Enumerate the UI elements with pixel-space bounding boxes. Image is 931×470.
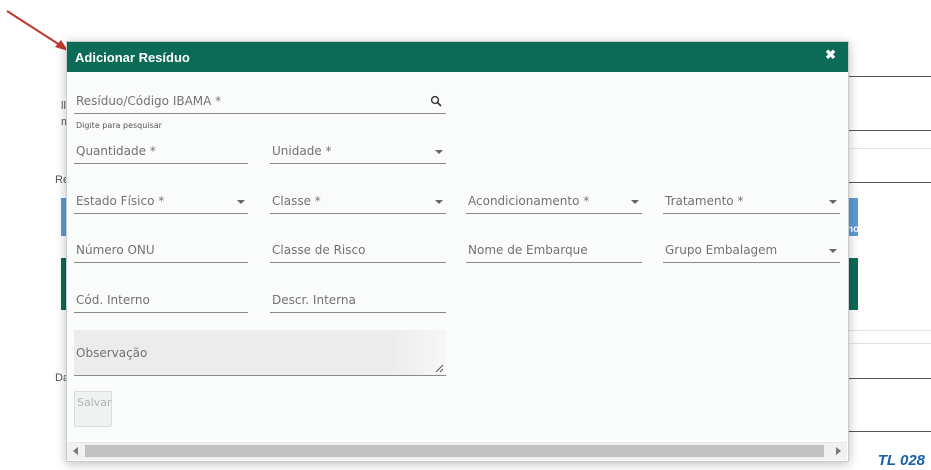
chevron-down-icon xyxy=(237,200,245,204)
quantity-input[interactable]: Quantidade * xyxy=(74,141,248,164)
shipping-name-label: Nome de Embarque xyxy=(468,243,588,257)
residue-search-hint: Digite para pesquisar xyxy=(76,121,162,130)
background-divider xyxy=(848,343,931,344)
background-divider xyxy=(848,378,931,379)
scroll-right-icon[interactable] xyxy=(836,447,841,455)
packaging-select[interactable]: Acondicionamento * xyxy=(466,191,642,214)
background-divider xyxy=(848,76,931,77)
onu-number-input[interactable]: Número ONU xyxy=(74,240,248,263)
class-select[interactable]: Classe * xyxy=(270,191,446,214)
internal-code-label: Cód. Interno xyxy=(76,293,150,307)
internal-description-input[interactable]: Descr. Interna xyxy=(270,290,446,313)
residue-ibama-input[interactable]: Resíduo/Código IBAMA * xyxy=(74,91,446,114)
treatment-label: Tratamento * xyxy=(665,194,744,208)
chevron-down-icon xyxy=(829,249,837,253)
chevron-down-icon xyxy=(631,200,639,204)
internal-code-input[interactable]: Cód. Interno xyxy=(74,290,248,313)
chevron-down-icon xyxy=(829,200,837,204)
unit-label: Unidade * xyxy=(272,144,332,158)
physical-state-select[interactable]: Estado Físico * xyxy=(74,191,248,214)
horizontal-scrollbar[interactable] xyxy=(67,442,847,460)
background-divider xyxy=(848,130,931,131)
search-icon[interactable] xyxy=(430,95,442,107)
save-button[interactable]: Salvar xyxy=(74,391,112,427)
background-green-band xyxy=(848,258,858,310)
close-icon[interactable]: ✖ xyxy=(825,47,836,63)
quantity-label: Quantidade * xyxy=(76,144,156,158)
observation-label: Observação xyxy=(76,346,148,360)
packing-group-label: Grupo Embalagem xyxy=(665,243,778,257)
background-divider xyxy=(848,330,931,331)
dialog-header: Adicionar Resíduo ✖ xyxy=(67,42,848,72)
background-divider xyxy=(848,431,931,432)
shipping-name-input[interactable]: Nome de Embarque xyxy=(466,240,642,263)
slide-tag: TL 028 xyxy=(877,452,925,469)
chevron-down-icon xyxy=(435,200,443,204)
risk-class-input[interactable]: Classe de Risco xyxy=(270,240,446,263)
residue-ibama-label: Resíduo/Código IBAMA * xyxy=(76,94,222,108)
save-button-label: Salvar xyxy=(77,396,112,409)
scroll-left-icon[interactable] xyxy=(73,447,78,455)
internal-description-label: Descr. Interna xyxy=(272,293,356,307)
background-divider xyxy=(848,182,931,183)
dialog-title: Adicionar Resíduo xyxy=(75,50,190,65)
risk-class-label: Classe de Risco xyxy=(272,243,366,257)
scrollbar-thumb[interactable] xyxy=(85,445,824,457)
class-label: Classe * xyxy=(272,194,321,208)
background-divider xyxy=(848,148,931,149)
observation-textarea[interactable]: Observação xyxy=(74,330,446,376)
chevron-down-icon xyxy=(435,150,443,154)
onu-number-label: Número ONU xyxy=(76,243,155,257)
unit-select[interactable]: Unidade * xyxy=(270,141,446,164)
background-text-fragment: novo xyxy=(847,224,871,235)
treatment-select[interactable]: Tratamento * xyxy=(663,191,840,214)
packaging-label: Acondicionamento * xyxy=(468,194,590,208)
resize-grip-icon[interactable] xyxy=(434,363,444,373)
packing-group-select[interactable]: Grupo Embalagem xyxy=(663,240,840,263)
physical-state-label: Estado Físico * xyxy=(76,194,165,208)
